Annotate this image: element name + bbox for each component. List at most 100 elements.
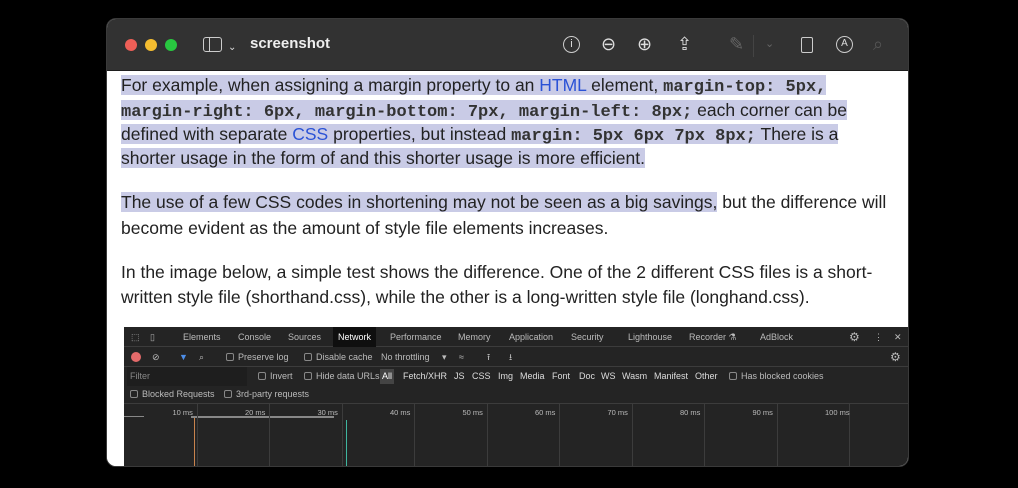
third-party-checkbox[interactable]: 3rd-party requests bbox=[224, 386, 309, 403]
preview-window: ⌄ screenshot i ⊖ ⊕ ⇪ ✎ ⌄ A ⌕ For example… bbox=[106, 18, 909, 467]
load-marker bbox=[346, 420, 347, 466]
zoom-in-icon[interactable]: ⊕ bbox=[637, 34, 652, 54]
timeline-tick-label: 100 ms bbox=[825, 408, 850, 417]
timeline-gridline bbox=[559, 404, 560, 466]
timeline-tick-label: 40 ms bbox=[390, 408, 411, 417]
markup-pen-icon[interactable]: ✎ bbox=[729, 34, 744, 54]
text-line: In the image below, a simple test shows … bbox=[121, 262, 873, 282]
timeline-tick-label: 50 ms bbox=[462, 408, 483, 417]
network-settings-icon[interactable]: ⚙ bbox=[890, 347, 901, 367]
timeline-tick-label: 20 ms bbox=[245, 408, 266, 417]
filter-icon[interactable]: ▼ bbox=[179, 347, 188, 367]
dom-content-loaded-marker bbox=[194, 418, 195, 466]
search-icon[interactable]: ⌕ bbox=[199, 347, 204, 367]
devtools-screenshot: ⬚ ▯ Elements Console Sources Network Per… bbox=[124, 327, 908, 466]
minimize-button[interactable] bbox=[145, 39, 157, 51]
filter-input[interactable]: Filter bbox=[127, 367, 247, 386]
tab-sources[interactable]: Sources bbox=[288, 327, 321, 347]
tab-adblock[interactable]: AdBlock bbox=[760, 327, 793, 347]
sidebar-icon[interactable] bbox=[203, 37, 222, 52]
tab-elements[interactable]: Elements bbox=[183, 327, 221, 347]
clear-icon[interactable]: ⊘ bbox=[152, 347, 160, 367]
import-har-icon[interactable]: ⭱ bbox=[487, 347, 490, 367]
text-line: margin-right: 6px, margin-bottom: 7px, m… bbox=[121, 100, 847, 122]
network-conditions-icon[interactable]: ≈ bbox=[459, 347, 464, 367]
text-line: For example, when assigning a margin pro… bbox=[121, 75, 827, 97]
disable-cache-checkbox[interactable]: Disable cache bbox=[304, 347, 373, 367]
timeline-tick-label: 80 ms bbox=[680, 408, 701, 417]
devtools-tabs: ⬚ ▯ Elements Console Sources Network Per… bbox=[124, 327, 908, 347]
window-title: screenshot bbox=[250, 35, 331, 52]
filter-type-doc[interactable]: Doc bbox=[579, 367, 595, 386]
text-line: written style file (shorthand.css), whil… bbox=[121, 287, 810, 307]
export-har-icon[interactable]: ⭳ bbox=[509, 347, 512, 367]
record-icon[interactable] bbox=[131, 352, 141, 362]
filter-type-img[interactable]: Img bbox=[498, 367, 513, 386]
timeline-gridline bbox=[704, 404, 705, 466]
filter-type-font[interactable]: Font bbox=[552, 367, 570, 386]
text-line: The use of a few CSS codes in shortening… bbox=[121, 192, 887, 212]
timeline-tick-label: 90 ms bbox=[752, 408, 773, 417]
timeline-tick-label: 70 ms bbox=[607, 408, 628, 417]
device-icon[interactable]: ▯ bbox=[150, 327, 155, 347]
filter-type-manifest[interactable]: Manifest bbox=[654, 367, 688, 386]
share-icon[interactable]: ⇪ bbox=[677, 34, 692, 54]
text-line: shorter usage in the form of and this sh… bbox=[121, 148, 645, 168]
text-line: become evident as the amount of style fi… bbox=[121, 218, 609, 238]
html-link[interactable]: HTML bbox=[539, 75, 586, 95]
timeline-gridline bbox=[631, 404, 633, 466]
title-bar: ⌄ screenshot i ⊖ ⊕ ⇪ ✎ ⌄ A ⌕ bbox=[107, 19, 908, 71]
timeline-gridline bbox=[196, 404, 198, 466]
timeline-gridline bbox=[414, 404, 415, 466]
maximize-button[interactable] bbox=[165, 39, 177, 51]
tab-network[interactable]: Network bbox=[333, 327, 377, 347]
timeline-overview[interactable]: 10 ms 20 ms 30 ms 40 ms 50 ms 60 ms 70 ms 80 ms… bbox=[124, 404, 908, 466]
timeline-gridline bbox=[341, 404, 343, 466]
blocked-requests-checkbox[interactable]: Blocked Requests bbox=[130, 386, 215, 403]
document-content: For example, when assigning a margin pro… bbox=[107, 71, 908, 466]
filter-bar: Filter Invert Hide data URLs All Fetch/X… bbox=[124, 367, 908, 386]
info-icon[interactable]: i bbox=[563, 36, 580, 53]
filter-type-other[interactable]: Other bbox=[695, 367, 718, 386]
throttling-select[interactable]: No throttling ▾ bbox=[381, 347, 447, 367]
filter-type-js[interactable]: JS bbox=[454, 367, 465, 386]
inspect-icon[interactable]: ⬚ bbox=[131, 327, 140, 347]
tab-memory[interactable]: Memory bbox=[458, 327, 491, 347]
tab-application[interactable]: Application bbox=[509, 327, 553, 347]
filter-type-media[interactable]: Media bbox=[520, 367, 545, 386]
zoom-out-icon[interactable]: ⊖ bbox=[601, 34, 616, 54]
timeline-tick-label: 30 ms bbox=[317, 408, 338, 417]
hide-data-urls-checkbox[interactable]: Hide data URLs bbox=[304, 367, 380, 386]
filter-type-wasm[interactable]: Wasm bbox=[622, 367, 647, 386]
chevron-down-icon[interactable]: ⌄ bbox=[228, 38, 236, 58]
network-toolbar: ⊘ ▼ ⌕ Preserve log Disable cache No thro… bbox=[124, 347, 908, 367]
close-button[interactable] bbox=[125, 39, 137, 51]
rotate-icon[interactable] bbox=[801, 37, 813, 53]
text-line: defined with separate CSS properties, bu… bbox=[121, 124, 839, 146]
tab-performance[interactable]: Performance bbox=[390, 327, 442, 347]
timeline-tick-label: 10 ms bbox=[172, 408, 193, 417]
filter-type-fetch[interactable]: Fetch/XHR bbox=[403, 367, 447, 386]
filter-type-ws[interactable]: WS bbox=[601, 367, 616, 386]
tab-security[interactable]: Security bbox=[571, 327, 604, 347]
annotate-icon[interactable]: A bbox=[836, 36, 853, 53]
css-link[interactable]: CSS bbox=[292, 124, 328, 144]
filter-type-all[interactable]: All bbox=[380, 369, 395, 384]
tab-recorder[interactable]: Recorder ⚗ bbox=[689, 327, 737, 347]
settings-gear-icon[interactable]: ⚙ bbox=[849, 327, 860, 347]
close-devtools-icon[interactable]: ✕ bbox=[894, 327, 902, 347]
tab-lighthouse[interactable]: Lighthouse bbox=[628, 327, 672, 347]
timeline-gridline bbox=[776, 404, 778, 466]
tab-console[interactable]: Console bbox=[238, 327, 271, 347]
preserve-log-checkbox[interactable]: Preserve log bbox=[226, 347, 289, 367]
chevron-down-icon[interactable]: ⌄ bbox=[765, 34, 774, 54]
timeline-gridline bbox=[269, 404, 270, 466]
filter-bar-2: Blocked Requests 3rd-party requests bbox=[124, 386, 908, 404]
more-menu-icon[interactable]: ⋮ bbox=[874, 327, 883, 347]
timeline-gridline bbox=[486, 404, 488, 466]
invert-checkbox[interactable]: Invert bbox=[258, 367, 293, 386]
timeline-tick-label: 60 ms bbox=[535, 408, 556, 417]
has-blocked-cookies-checkbox[interactable]: Has blocked cookies bbox=[729, 367, 824, 386]
search-icon[interactable]: ⌕ bbox=[873, 34, 883, 54]
filter-type-css[interactable]: CSS bbox=[472, 367, 491, 386]
